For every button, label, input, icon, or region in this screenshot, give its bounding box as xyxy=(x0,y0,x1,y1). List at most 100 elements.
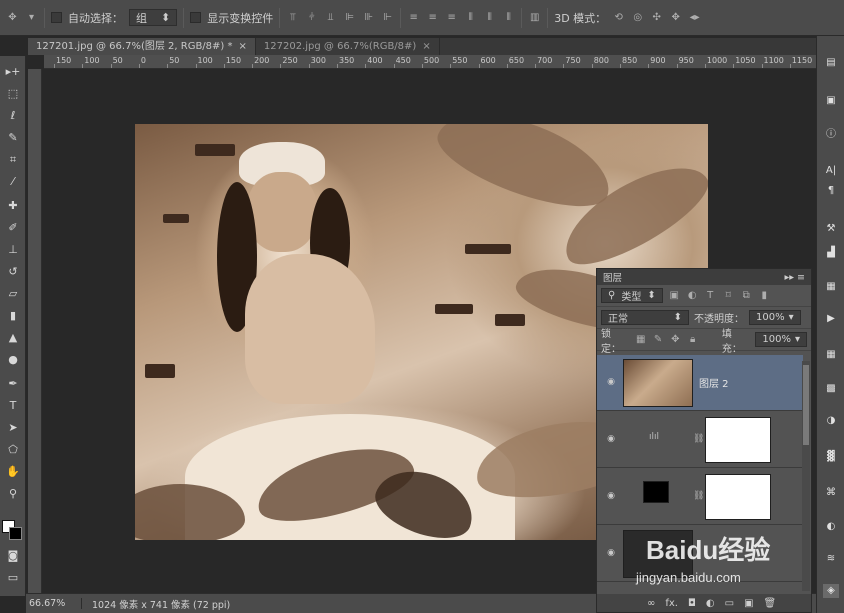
close-icon[interactable]: × xyxy=(422,38,430,55)
shape-filter-icon[interactable]: ⌑ xyxy=(722,290,735,302)
styles-icon[interactable]: ▩ xyxy=(823,382,839,396)
3d-rotate-icon[interactable]: ⟲ xyxy=(612,12,625,24)
move-tool-icon[interactable]: ▸+ xyxy=(4,64,22,80)
3d-slide-icon[interactable]: ✥ xyxy=(669,12,682,24)
lock-all-icon[interactable]: 🔒︎ xyxy=(687,334,699,346)
layer-comps-icon[interactable]: ▣ xyxy=(823,94,839,108)
healing-brush-tool-icon[interactable]: ✚ xyxy=(4,198,22,214)
move-tool-icon[interactable]: ✥ xyxy=(6,12,19,24)
link-layers-icon[interactable]: ∞ xyxy=(647,598,655,609)
filter-toggle-icon[interactable]: ▮ xyxy=(758,290,771,302)
panel-menu-icon[interactable]: ▸▸ ≡ xyxy=(784,272,805,283)
pixel-filter-icon[interactable]: ▣ xyxy=(668,290,681,302)
close-icon[interactable]: × xyxy=(239,38,247,55)
align-bottom-icon[interactable]: ⫫ xyxy=(324,12,337,24)
layer-row[interactable]: ◉ 图层 2 xyxy=(597,355,803,411)
history-icon[interactable]: ▤ xyxy=(823,56,839,70)
layer-row[interactable]: ◉ ılıl ⛓︎ xyxy=(597,412,803,468)
dodge-tool-icon[interactable]: ● xyxy=(4,352,22,368)
add-mask-icon[interactable]: ◘ xyxy=(688,598,696,609)
tool-preset-dropdown-icon[interactable]: ▾ xyxy=(25,12,38,24)
tool-presets-icon[interactable]: ⚒ xyxy=(823,222,839,236)
3d-roll-icon[interactable]: ◎ xyxy=(631,12,644,24)
visibility-eye-icon[interactable]: ◉ xyxy=(605,434,617,446)
scrollbar-thumb[interactable] xyxy=(803,365,809,445)
gradient-tool-icon[interactable]: ▮ xyxy=(4,308,22,324)
filter-kind-dropdown[interactable]: ⚲ 类型 ⬍ xyxy=(601,288,663,303)
tab-127201[interactable]: 127201.jpg @ 66.7%(图层 2, RGB/8#) * × xyxy=(28,38,256,55)
new-adjustment-icon[interactable]: ◐ xyxy=(706,598,715,609)
3d-scale-icon[interactable]: ◂▸ xyxy=(688,12,701,24)
properties-icon[interactable]: ≋ xyxy=(823,552,839,566)
align-right-icon[interactable]: ⊩ xyxy=(381,12,394,24)
paths-icon[interactable]: ⌘ xyxy=(823,486,839,500)
zoom-tool-icon[interactable]: ⚲ xyxy=(4,486,22,502)
auto-select-checkbox[interactable] xyxy=(51,12,62,23)
character-icon[interactable]: A| xyxy=(823,164,839,178)
layers-scrollbar[interactable] xyxy=(802,361,810,591)
history-brush-tool-icon[interactable]: ↺ xyxy=(4,264,22,280)
align-vcenter-icon[interactable]: ⫩ xyxy=(305,12,318,24)
shape-tool-icon[interactable]: ⬠ xyxy=(4,442,22,458)
smart-object-filter-icon[interactable]: ⧉ xyxy=(740,290,753,302)
navigator-icon[interactable]: ▦ xyxy=(823,280,839,294)
brush-panel-icon[interactable]: ▓ xyxy=(823,450,839,464)
blur-tool-icon[interactable]: ▲ xyxy=(4,330,22,346)
path-select-tool-icon[interactable]: ➤ xyxy=(4,420,22,436)
distribute-left-icon[interactable]: ⦀ xyxy=(464,12,477,24)
align-hcenter-icon[interactable]: ⊪ xyxy=(362,12,375,24)
trash-icon[interactable]: 🗑︎ xyxy=(764,598,777,609)
opacity-field[interactable]: 100% ▾ xyxy=(749,310,801,325)
quick-select-tool-icon[interactable]: ✎ xyxy=(4,130,22,146)
show-transform-checkbox[interactable] xyxy=(190,12,202,23)
layers-panel-icon[interactable]: ◈ xyxy=(823,584,839,598)
adjustments-icon[interactable]: ◐ xyxy=(823,520,839,534)
background-color-swatch[interactable] xyxy=(9,527,22,540)
distribute-right-icon[interactable]: ⦀ xyxy=(502,12,515,24)
pen-tool-icon[interactable]: ✒ xyxy=(4,376,22,392)
histogram-icon[interactable]: ▟ xyxy=(823,246,839,260)
eyedropper-tool-icon[interactable]: ⁄ xyxy=(4,174,22,190)
distribute-hcenter-icon[interactable]: ⦀ xyxy=(483,12,496,24)
lock-transparency-icon[interactable]: ▦ xyxy=(635,334,647,346)
3d-pan-icon[interactable]: ✣ xyxy=(650,12,663,24)
visibility-eye-icon[interactable]: ◉ xyxy=(605,491,617,503)
crop-tool-icon[interactable]: ⌗ xyxy=(4,152,22,168)
quick-mask-icon[interactable]: ◙ xyxy=(4,548,22,564)
zoom-level[interactable]: 66.67% xyxy=(26,598,82,609)
adjustment-filter-icon[interactable]: ◐ xyxy=(686,290,699,302)
brush-tool-icon[interactable]: ✐ xyxy=(4,220,22,236)
auto-select-target-dropdown[interactable]: 组 ⬍ xyxy=(129,9,178,26)
align-left-icon[interactable]: ⊫ xyxy=(343,12,356,24)
distribute-bottom-icon[interactable]: ≡ xyxy=(445,12,458,24)
lasso-tool-icon[interactable]: ℓ xyxy=(4,108,22,124)
new-layer-icon[interactable]: ▣ xyxy=(744,598,753,609)
auto-align-icon[interactable]: ▥ xyxy=(528,12,541,24)
tab-127202[interactable]: 127202.jpg @ 66.7%(RGB/8#) × xyxy=(255,38,440,55)
distribute-top-icon[interactable]: ≡ xyxy=(407,12,420,24)
lock-position-icon[interactable]: ✥ xyxy=(669,334,681,346)
layer-name[interactable]: 图层 2 xyxy=(699,375,729,390)
lock-pixels-icon[interactable]: ✎ xyxy=(652,334,664,346)
info-icon[interactable]: ⓘ xyxy=(823,128,839,142)
layers-panel-title[interactable]: 图层 xyxy=(603,270,622,284)
layer-row[interactable]: ◉ xyxy=(597,526,803,582)
hand-tool-icon[interactable]: ✋ xyxy=(4,464,22,480)
screen-mode-icon[interactable]: ▭ xyxy=(4,570,22,586)
swatches-icon[interactable]: ▦ xyxy=(823,348,839,362)
new-group-icon[interactable]: ▭ xyxy=(725,598,734,609)
visibility-eye-icon[interactable]: ◉ xyxy=(605,548,617,560)
eraser-tool-icon[interactable]: ▱ xyxy=(4,286,22,302)
layer-style-button[interactable]: fx. xyxy=(665,598,678,609)
visibility-eye-icon[interactable]: ◉ xyxy=(605,377,617,389)
layer-row[interactable]: ◉ ⛓︎ xyxy=(597,469,803,525)
align-top-icon[interactable]: ⫪ xyxy=(286,12,299,24)
actions-icon[interactable]: ▶ xyxy=(823,312,839,326)
blend-mode-dropdown[interactable]: 正常 ⬍ xyxy=(601,310,689,325)
fill-field[interactable]: 100% ▾ xyxy=(755,332,807,347)
marquee-tool-icon[interactable]: ⬚ xyxy=(4,86,22,102)
distribute-vcenter-icon[interactable]: ≡ xyxy=(426,12,439,24)
type-tool-icon[interactable]: T xyxy=(4,398,22,414)
clone-stamp-tool-icon[interactable]: ⊥ xyxy=(4,242,22,258)
color-icon[interactable]: ◑ xyxy=(823,414,839,428)
